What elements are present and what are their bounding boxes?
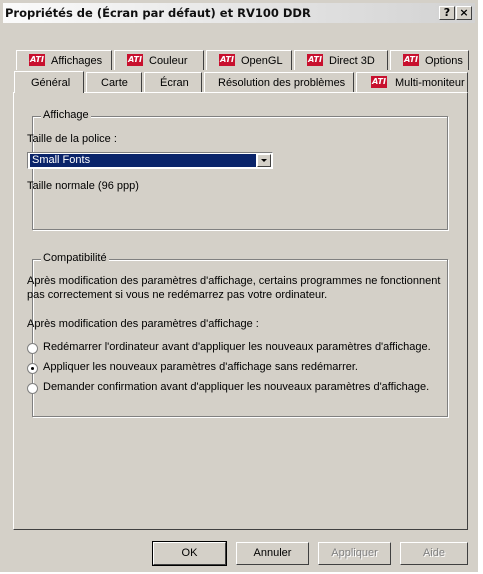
radio-apply-no-restart-label[interactable]: Appliquer les nouveaux paramètres d'affi… [43, 361, 358, 373]
tab-options[interactable]: ATI Options [390, 50, 469, 70]
window-title: Propriétés de (Écran par défaut) et RV10… [5, 6, 311, 20]
tab-affichages[interactable]: ATI Affichages [16, 50, 112, 70]
ok-button[interactable]: OK [152, 541, 227, 566]
chevron-down-icon[interactable] [257, 154, 271, 167]
tab-label: Affichages [51, 55, 103, 67]
after-change-label: Après modification des paramètres d'affi… [27, 318, 259, 330]
ati-logo-icon: ATI [29, 54, 45, 66]
help-button[interactable]: ? [439, 6, 455, 20]
tab-label: OpenGL [241, 55, 283, 67]
radio-ask-confirm-label[interactable]: Demander confirmation avant d'appliquer … [43, 381, 429, 393]
tab-carte[interactable]: Carte [86, 72, 142, 92]
compat-group-title: Compatibilité [41, 252, 109, 264]
radio-ask-confirm[interactable] [27, 383, 38, 394]
close-button[interactable]: × [456, 6, 472, 20]
title-bar[interactable]: Propriétés de (Écran par défaut) et RV10… [3, 3, 475, 23]
ati-logo-icon: ATI [371, 76, 387, 88]
help-dialog-button[interactable]: Aide [400, 542, 468, 565]
tab-couleur[interactable]: ATI Couleur [114, 50, 204, 70]
font-size-label: Taille de la police : [27, 133, 117, 145]
compat-description-line2: pas correctement si vous ne redémarrez p… [27, 289, 328, 301]
font-size-description: Taille normale (96 ppp) [27, 180, 139, 192]
properties-dialog: Propriétés de (Écran par défaut) et RV10… [0, 0, 478, 572]
tab-ecran[interactable]: Écran [144, 72, 202, 92]
tab-label: Couleur [149, 55, 188, 67]
tab-label: Écran [160, 77, 189, 89]
tab-general[interactable]: Général [14, 71, 84, 93]
tab-label: Résolution des problèmes [218, 77, 346, 89]
radio-restart[interactable] [27, 343, 38, 354]
tab-label: Carte [101, 77, 128, 89]
tab-label: Général [31, 77, 71, 89]
tab-label: Options [425, 55, 463, 67]
ati-logo-icon: ATI [127, 54, 143, 66]
tab-opengl[interactable]: ATI OpenGL [206, 50, 292, 70]
ati-logo-icon: ATI [403, 54, 419, 66]
radio-apply-no-restart[interactable] [27, 363, 38, 374]
tab-direct3d[interactable]: ATI Direct 3D [294, 50, 388, 70]
ati-logo-icon: ATI [219, 54, 235, 66]
tab-resolution-problemes[interactable]: Résolution des problèmes [204, 72, 354, 92]
tab-label: Multi-moniteur [395, 77, 465, 89]
font-size-value: Small Fonts [30, 154, 256, 167]
font-size-select[interactable]: Small Fonts [27, 152, 273, 169]
ati-logo-icon: ATI [307, 54, 323, 66]
apply-button[interactable]: Appliquer [318, 542, 391, 565]
cancel-button[interactable]: Annuler [236, 542, 309, 565]
affichage-group-title: Affichage [41, 109, 91, 121]
compat-description-line1: Après modification des paramètres d'affi… [27, 275, 441, 287]
tab-multi-moniteur[interactable]: ATI Multi-moniteur [356, 72, 468, 92]
tab-label: Direct 3D [329, 55, 375, 67]
radio-restart-label[interactable]: Redémarrer l'ordinateur avant d'applique… [43, 341, 431, 353]
